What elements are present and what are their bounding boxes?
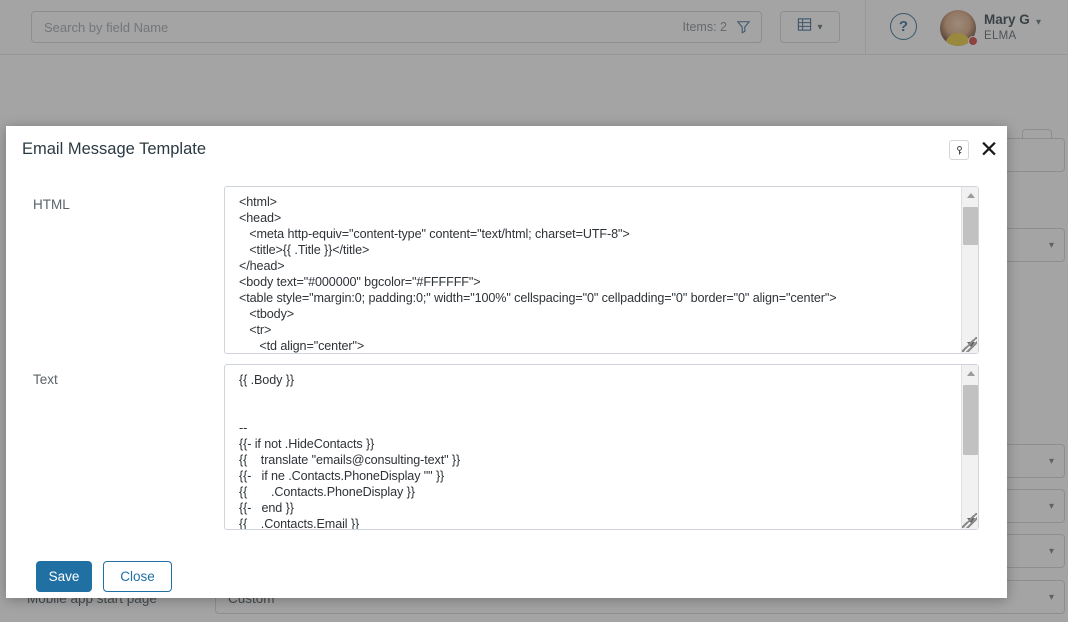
scroll-thumb[interactable] <box>963 385 978 455</box>
text-textarea-content[interactable]: {{ .Body }} -- {{- if not .HideContacts … <box>225 365 961 529</box>
scroll-up-arrow[interactable] <box>962 365 979 382</box>
html-textarea-content[interactable]: <html> <head> <meta http-equiv="content-… <box>225 187 961 353</box>
key-icon <box>956 145 962 154</box>
text-textarea[interactable]: {{ .Body }} -- {{- if not .HideContacts … <box>224 364 979 530</box>
html-textarea[interactable]: <html> <head> <meta http-equiv="content-… <box>224 186 979 354</box>
modal-title: Email Message Template <box>22 140 207 158</box>
text-field-label: Text <box>33 372 58 387</box>
text-scrollbar[interactable] <box>961 365 978 529</box>
html-scrollbar[interactable] <box>961 187 978 353</box>
close-icon[interactable]: ✕ <box>978 137 1000 160</box>
scroll-up-arrow[interactable] <box>962 187 979 204</box>
cancel-button[interactable]: Close <box>103 561 172 592</box>
resize-handle-icon[interactable] <box>962 337 977 352</box>
modal-key-icon-button[interactable] <box>949 140 969 160</box>
scroll-thumb[interactable] <box>963 207 978 245</box>
app-root: Items: 2 ▾ ? <box>0 0 1068 622</box>
html-field-label: HTML <box>33 197 70 212</box>
save-button[interactable]: Save <box>36 561 92 592</box>
resize-handle-icon[interactable] <box>962 513 977 528</box>
